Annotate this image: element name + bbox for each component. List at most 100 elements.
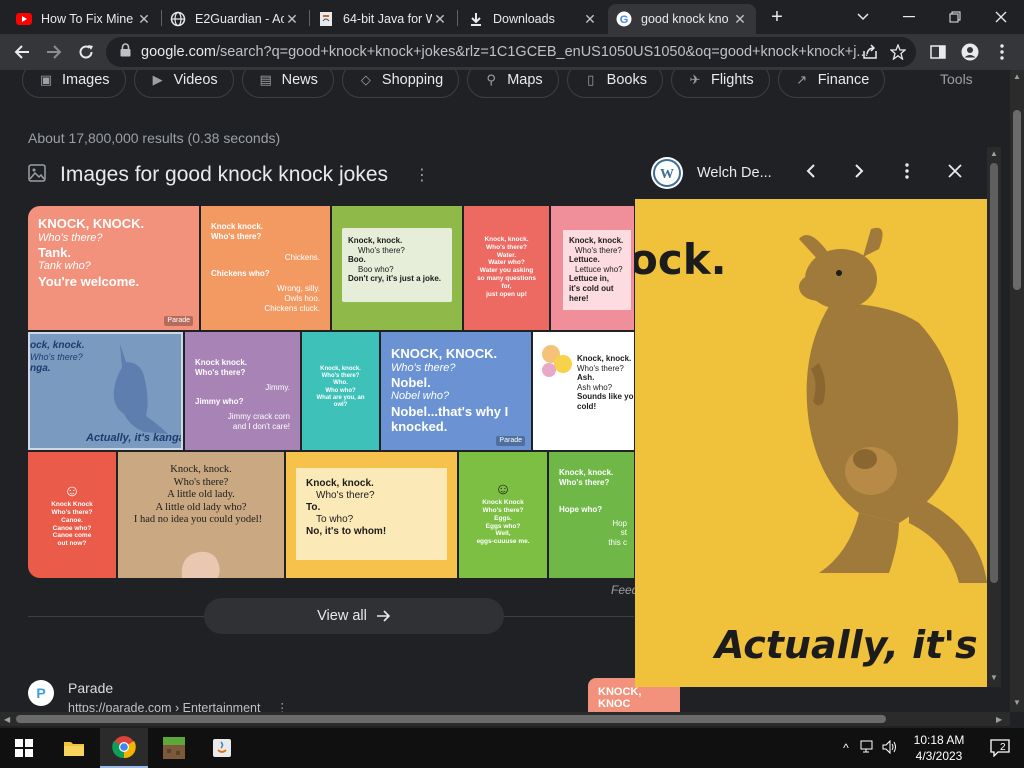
image-tile-boo[interactable]: Knock, knock. Who's there? Boo. Boo who?… [332, 206, 462, 330]
tile-text: Lettuce in, [569, 274, 610, 284]
tab-downloads[interactable]: Downloads ✕ [460, 4, 606, 34]
tile-text: Knock, knock. [569, 236, 624, 245]
reload-button[interactable] [72, 38, 100, 66]
taskbar-chrome[interactable] [100, 728, 148, 768]
page-vertical-scrollbar[interactable]: ▲ ▼ [1010, 70, 1024, 712]
image-tile-owl[interactable]: Knock, knock. Who's there? Who. Who who?… [302, 332, 379, 450]
more-options-button[interactable] [883, 162, 931, 184]
close-icon[interactable]: ✕ [732, 11, 748, 28]
tab-google-search[interactable]: G good knock kno ✕ [608, 4, 756, 34]
minimize-button[interactable] [886, 0, 932, 34]
image-tile-chickens[interactable]: Knock knock. Who's there? Chickens. Chic… [201, 206, 330, 330]
side-panel-button[interactable] [924, 38, 952, 66]
chevron-left-icon [806, 163, 815, 178]
image-tile-water[interactable]: Knock, knock. Who's there? Water. Water … [464, 206, 549, 330]
preview-scrollbar-thumb[interactable] [990, 163, 998, 583]
scroll-right-arrow-icon[interactable]: ▶ [996, 715, 1002, 724]
taskbar-file-explorer[interactable] [50, 728, 98, 768]
parade-logo-icon: P [28, 680, 54, 706]
taskbar-minecraft[interactable] [150, 728, 198, 768]
chip-flights[interactable]: ✈ Flights [670, 70, 770, 98]
url-host: google.com [141, 44, 216, 60]
image-tile-ash[interactable]: Knock, knock. Who's there? Ash. Ash who?… [533, 332, 634, 450]
scroll-down-arrow-icon[interactable]: ▼ [1013, 698, 1021, 707]
tab-java[interactable]: 64-bit Java for W ✕ [310, 4, 456, 34]
images-heading-title[interactable]: Images for good knock knock jokes [60, 163, 388, 187]
google-icon: G [616, 11, 632, 27]
chip-finance[interactable]: ↗ Finance [777, 70, 886, 98]
tab-search-button[interactable] [840, 0, 886, 34]
tile-text: Hope who? [559, 505, 603, 515]
forward-button[interactable] [40, 38, 68, 66]
volume-icon[interactable] [882, 739, 898, 757]
scroll-left-arrow-icon[interactable]: ◀ [4, 715, 10, 724]
scroll-up-arrow-icon[interactable]: ▲ [990, 149, 998, 158]
close-icon[interactable]: ✕ [284, 11, 300, 28]
chevron-up-icon[interactable]: ^ [838, 741, 854, 755]
menu-button[interactable] [988, 38, 1016, 66]
tile-text: Ash. [577, 373, 595, 383]
view-all-button[interactable]: View all [204, 598, 504, 634]
image-tile-canoe[interactable]: ☺ Knock Knock Who's there? Canoe. Canoe … [28, 452, 116, 578]
next-image-button[interactable] [835, 163, 883, 183]
chip-videos[interactable]: ▶ Videos [133, 70, 234, 98]
image-tile-tank[interactable]: KNOCK, KNOCK. Who's there? Tank. Tank wh… [28, 206, 199, 330]
tab-e2guardian[interactable]: E2Guardian - Ac ✕ [162, 4, 308, 34]
page-horizontal-scrollbar[interactable]: ◀ ▶ [0, 712, 1010, 726]
tile-text: Lettuce. [569, 255, 600, 265]
image-tile-hope[interactable]: Knock, knock. Who's there? Hope who? Hop… [549, 452, 634, 578]
network-icon[interactable] [860, 740, 876, 757]
chip-label: Finance [817, 72, 870, 88]
previous-image-button[interactable] [787, 163, 835, 183]
reload-icon [79, 45, 93, 59]
image-tile-lettuce[interactable]: Knock, knock. Who's there? Lettuce. Lett… [551, 206, 634, 330]
scroll-down-arrow-icon[interactable]: ▼ [990, 673, 998, 682]
tab-youtube[interactable]: How To Fix Mine ✕ [8, 4, 160, 34]
preview-scrollbar[interactable]: ▲ ▼ [987, 147, 1001, 687]
more-options-icon[interactable]: ⋮ [414, 165, 430, 185]
chip-maps[interactable]: ⚲ Maps [467, 70, 559, 98]
clock-time: 10:18 AM [913, 733, 965, 747]
start-button[interactable] [0, 728, 48, 768]
close-icon[interactable]: ✕ [582, 11, 598, 28]
image-tile-nobel[interactable]: KNOCK, KNOCK. Who's there? Nobel. Nobel … [381, 332, 531, 450]
close-preview-button[interactable] [931, 163, 979, 183]
preview-site-name[interactable]: Welch De... [697, 165, 787, 181]
more-options-icon[interactable]: ⋮ [276, 701, 289, 712]
chip-label: Shopping [381, 72, 444, 88]
result-site-name[interactable]: Parade [68, 680, 288, 696]
search-result[interactable]: P Parade https://parade.com › Entertainm… [28, 680, 288, 712]
image-tile-kanga[interactable]: ock, knock. Who's there? nga. Actually, … [28, 332, 183, 450]
image-tile-whom[interactable]: Knock, knock. Who's there? To. To who? N… [286, 452, 457, 578]
close-window-button[interactable] [978, 0, 1024, 34]
tile-text: A little old lady. [167, 489, 235, 501]
image-tile-eggs[interactable]: ☺ Knock Knock Who's there? Eggs. Eggs wh… [459, 452, 547, 578]
profile-button[interactable] [956, 38, 984, 66]
taskbar-java[interactable] [198, 728, 246, 768]
tools-button[interactable]: Tools [940, 71, 973, 87]
chip-shopping[interactable]: ◇ Shopping [341, 70, 460, 98]
image-tile-yodel[interactable]: Knock, knock. Who's there? A little old … [118, 452, 284, 578]
close-icon[interactable]: ✕ [432, 11, 448, 28]
chip-images[interactable]: ▣ Images [22, 70, 126, 98]
chip-label: Books [606, 72, 647, 88]
chip-books[interactable]: ▯ Books [566, 70, 663, 98]
back-button[interactable] [8, 38, 36, 66]
scroll-up-arrow-icon[interactable]: ▲ [1013, 72, 1021, 81]
new-tab-button[interactable]: + [766, 6, 788, 28]
chip-news[interactable]: ▤ News [241, 70, 334, 98]
share-button[interactable] [856, 38, 884, 66]
notification-center-button[interactable]: 2 [976, 728, 1024, 768]
image-tile-jimmy[interactable]: Knock knock. Who's there? Jimmy. Jimmy w… [185, 332, 300, 450]
lock-icon[interactable] [120, 43, 131, 61]
tile-text: To who? [316, 514, 354, 525]
address-bar[interactable]: google.com/search?q=good+knock+knock+jok… [106, 37, 916, 67]
close-icon[interactable]: ✕ [136, 11, 152, 28]
preview-image[interactable]: ock. Actually, it's [635, 199, 987, 687]
taskbar-clock[interactable]: 10:18 AM 4/3/2023 [906, 732, 972, 764]
restore-button[interactable] [932, 0, 978, 34]
book-icon: ▯ [587, 72, 595, 87]
horizontal-scrollbar-thumb[interactable] [16, 715, 886, 723]
bookmark-button[interactable] [884, 38, 912, 66]
vertical-scrollbar-thumb[interactable] [1013, 110, 1021, 290]
